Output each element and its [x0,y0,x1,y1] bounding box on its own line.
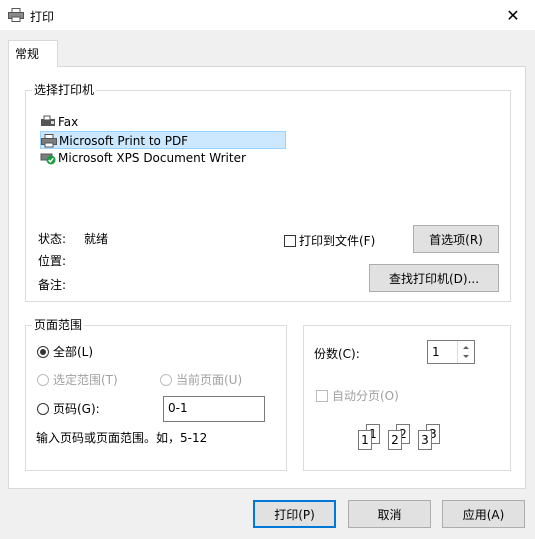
print-to-file-label[interactable]: 打印到文件(F) [299,233,375,249]
close-icon: ✕ [506,5,520,25]
find-printer-button[interactable]: 查找打印机(D)... [369,264,499,292]
radio-pages[interactable] [37,403,49,415]
comment-label: 备注: [38,278,67,292]
tab-general-label: 常规 [15,47,40,61]
print-button[interactable]: 打印(P) [253,500,336,528]
page-range-group-title: 页面范围 [32,317,85,333]
tab-panel-general: 选择打印机 Fax Microsoft Print to PDF Microso… [8,66,526,489]
radio-pages-label[interactable]: 页码(G): [53,401,100,417]
collate-page: 1 [358,430,372,450]
copies-group: 份数(C): 1 自动分页(O) 1 1 2 2 3 3 [303,325,511,471]
copies-input[interactable]: 1 [427,340,475,364]
radio-selection[interactable] [37,374,49,386]
preferences-button[interactable]: 首选项(R) [413,225,499,253]
printer-list[interactable]: Fax Microsoft Print to PDF Microsoft XPS… [40,113,290,167]
printer-name: Microsoft Print to PDF [59,134,189,148]
collate-label[interactable]: 自动分页(O) [332,388,399,404]
print-dialog: 打印 ✕ 常规 选择打印机 Fax Microsoft Print to PDF… [0,0,535,539]
fax-icon [40,115,56,129]
page-range-hint: 输入页码或页面范围。如，5-12 [36,431,208,445]
printer-name: Fax [58,115,79,129]
cancel-button[interactable]: 取消 [348,500,431,528]
window-title: 打印 [30,10,55,24]
status-value: 就绪 [84,232,109,246]
radio-dot [40,349,46,355]
radio-all[interactable] [37,346,49,358]
select-printer-group-title: 选择打印机 [32,82,97,98]
location-label: 位置: [38,254,67,268]
collate-pages-icon: 1 1 2 2 3 3 [358,424,458,454]
printer-icon [8,8,24,22]
select-printer-group: 选择打印机 Fax Microsoft Print to PDF Microso… [25,82,511,302]
radio-selection-label[interactable]: 选定范围(T) [53,372,118,388]
apply-button[interactable]: 应用(A) [442,500,525,528]
printer-check-icon [40,151,56,165]
radio-current-page-label[interactable]: 当前页面(U) [176,372,242,388]
printer-item-microsoft-print-to-pdf[interactable]: Microsoft Print to PDF [40,131,286,149]
title-bar: 打印 ✕ [0,0,535,30]
close-button[interactable]: ✕ [491,0,535,30]
copies-spinner[interactable] [457,341,474,363]
pages-input[interactable]: 0-1 [163,396,265,422]
collate-page: 2 [388,430,402,450]
collate-checkbox[interactable] [316,390,328,402]
copies-value: 1 [432,345,440,359]
radio-current-page[interactable] [160,374,172,386]
collate-page: 3 [418,430,432,450]
page-range-group: 页面范围 全部(L) 选定范围(T) 当前页面(U) 页码(G): 0-1 输入… [25,317,287,471]
printer-item-fax[interactable]: Fax [40,113,290,131]
status-label: 状态: [38,232,67,246]
printer-icon [41,134,57,148]
printer-item-microsoft-xps-document-writer[interactable]: Microsoft XPS Document Writer [40,149,290,167]
copies-label: 份数(C): [314,347,360,361]
print-to-file-checkbox[interactable] [284,235,296,247]
tab-general[interactable]: 常规 [8,40,58,67]
radio-all-label[interactable]: 全部(L) [53,344,93,360]
printer-name: Microsoft XPS Document Writer [58,151,246,165]
